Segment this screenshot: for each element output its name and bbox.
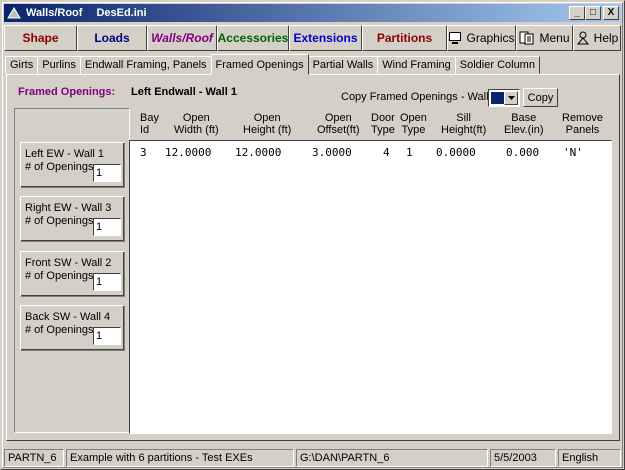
menu-label: Menu xyxy=(539,31,570,45)
wall-box-left-ew[interactable]: Left EW - Wall 1 # of Openings xyxy=(20,142,125,188)
selected-wall-swatch xyxy=(491,92,505,104)
section-label: Framed Openings: xyxy=(18,86,116,98)
shape-button[interactable]: Shape xyxy=(4,25,77,51)
column-header-sill-height: Sill Height(ft) xyxy=(441,112,487,136)
column-header-open-type: Open Type xyxy=(400,112,427,136)
wall-name: Left EW - Wall 1 xyxy=(25,148,105,160)
openings-label: # of Openings xyxy=(25,161,94,173)
help-label: Help xyxy=(593,31,619,45)
column-header-open-width: Open Width (ft) xyxy=(174,112,219,136)
wall-name: Right EW - Wall 3 xyxy=(25,202,112,214)
tab-strip: Girts Purlins Endwall Framing, Panels Fr… xyxy=(5,54,540,75)
copy-wall-select[interactable] xyxy=(488,89,520,107)
cell-open-width[interactable]: 12.0000 xyxy=(165,146,211,159)
wall-box-front-sw[interactable]: Front SW - Wall 2 # of Openings xyxy=(20,251,125,297)
column-header-open-height: Open Height (ft) xyxy=(243,112,292,136)
document-name: DesEd.ini xyxy=(96,7,147,19)
window-title: Walls/Roof xyxy=(26,7,83,19)
help-icon xyxy=(576,31,590,45)
monitor-icon xyxy=(448,31,462,45)
openings-count-input[interactable] xyxy=(93,327,121,345)
cell-door-type[interactable]: 4 xyxy=(383,146,390,159)
tab-endwall-framing-panels[interactable]: Endwall Framing, Panels xyxy=(79,56,212,74)
status-date: 5/5/2003 xyxy=(490,449,556,467)
close-button[interactable]: X xyxy=(603,6,619,20)
cell-open-offset[interactable]: 3.0000 xyxy=(312,146,352,159)
document-icon xyxy=(519,31,535,45)
wall-title: Left Endwall - Wall 1 xyxy=(131,86,237,98)
cell-base-elev[interactable]: 0.000 xyxy=(506,146,539,159)
loads-button[interactable]: Loads xyxy=(77,25,147,51)
app-icon xyxy=(6,6,22,20)
wall-name: Front SW - Wall 2 xyxy=(25,257,112,269)
tab-soldier-column[interactable]: Soldier Column xyxy=(454,56,540,74)
menu-button[interactable]: Menu xyxy=(516,25,573,51)
minimize-button[interactable]: _ xyxy=(569,6,585,20)
wall-name: Back SW - Wall 4 xyxy=(25,311,111,323)
openings-grid[interactable]: 3 12.0000 12.0000 3.0000 4 1 0.0000 0.00… xyxy=(129,140,612,434)
openings-label: # of Openings xyxy=(25,270,94,282)
status-language: English xyxy=(558,449,621,467)
extensions-button[interactable]: Extensions xyxy=(289,25,362,51)
copy-label: Copy Framed Openings - Wall xyxy=(341,91,489,103)
column-header-door-type: Door Type xyxy=(371,112,395,136)
tab-purlins[interactable]: Purlins xyxy=(37,56,81,74)
partitions-button[interactable]: Partitions xyxy=(362,25,447,51)
openings-count-input[interactable] xyxy=(93,218,121,236)
status-path: G:\DAN\PARTN_6 xyxy=(296,449,488,467)
maximize-button[interactable]: □ xyxy=(585,6,601,20)
tab-partial-walls[interactable]: Partial Walls xyxy=(307,56,379,74)
openings-count-input[interactable] xyxy=(93,273,121,291)
cell-remove-panels[interactable]: 'N' xyxy=(563,146,583,159)
column-header-bay-id: Bay Id xyxy=(140,112,159,136)
main-toolbar: Shape Loads Walls/Roof Accessories Exten… xyxy=(4,25,621,51)
status-project: PARTN_6 xyxy=(4,449,64,467)
openings-label: # of Openings xyxy=(25,324,94,336)
cell-bay-id[interactable]: 3 xyxy=(140,146,147,159)
graphics-label: Graphics xyxy=(466,31,515,45)
openings-label: # of Openings xyxy=(25,215,94,227)
cell-open-type[interactable]: 1 xyxy=(406,146,413,159)
column-header-remove-panels: Remove Panels xyxy=(562,112,603,136)
help-button[interactable]: Help xyxy=(573,25,621,51)
cell-open-height[interactable]: 12.0000 xyxy=(235,146,281,159)
chevron-down-icon[interactable] xyxy=(504,91,518,105)
wall-box-back-sw[interactable]: Back SW - Wall 4 # of Openings xyxy=(20,305,125,351)
accessories-button[interactable]: Accessories xyxy=(217,25,289,51)
graphics-button[interactable]: Graphics xyxy=(447,25,516,51)
column-header-open-offset: Open Offset(ft) xyxy=(317,112,360,136)
openings-count-input[interactable] xyxy=(93,164,121,182)
tab-girts[interactable]: Girts xyxy=(5,56,39,74)
status-description: Example with 6 partitions - Test EXEs xyxy=(66,449,294,467)
column-header-base-elev: Base Elev.(in) xyxy=(504,112,544,136)
app-window: Walls/Roof DesEd.ini _ □ X Shape Loads W… xyxy=(0,0,625,470)
wall-box-right-ew[interactable]: Right EW - Wall 3 # of Openings xyxy=(20,196,125,242)
status-bar: PARTN_6 Example with 6 partitions - Test… xyxy=(4,449,621,467)
cell-sill-height[interactable]: 0.0000 xyxy=(436,146,476,159)
title-bar[interactable]: Walls/Roof DesEd.ini _ □ X xyxy=(4,4,621,22)
tab-framed-openings[interactable]: Framed Openings xyxy=(210,54,309,75)
copy-button[interactable]: Copy xyxy=(523,88,558,107)
tab-wind-framing[interactable]: Wind Framing xyxy=(377,56,456,74)
window-controls: _ □ X xyxy=(569,6,619,20)
walls-roof-button[interactable]: Walls/Roof xyxy=(147,25,217,51)
